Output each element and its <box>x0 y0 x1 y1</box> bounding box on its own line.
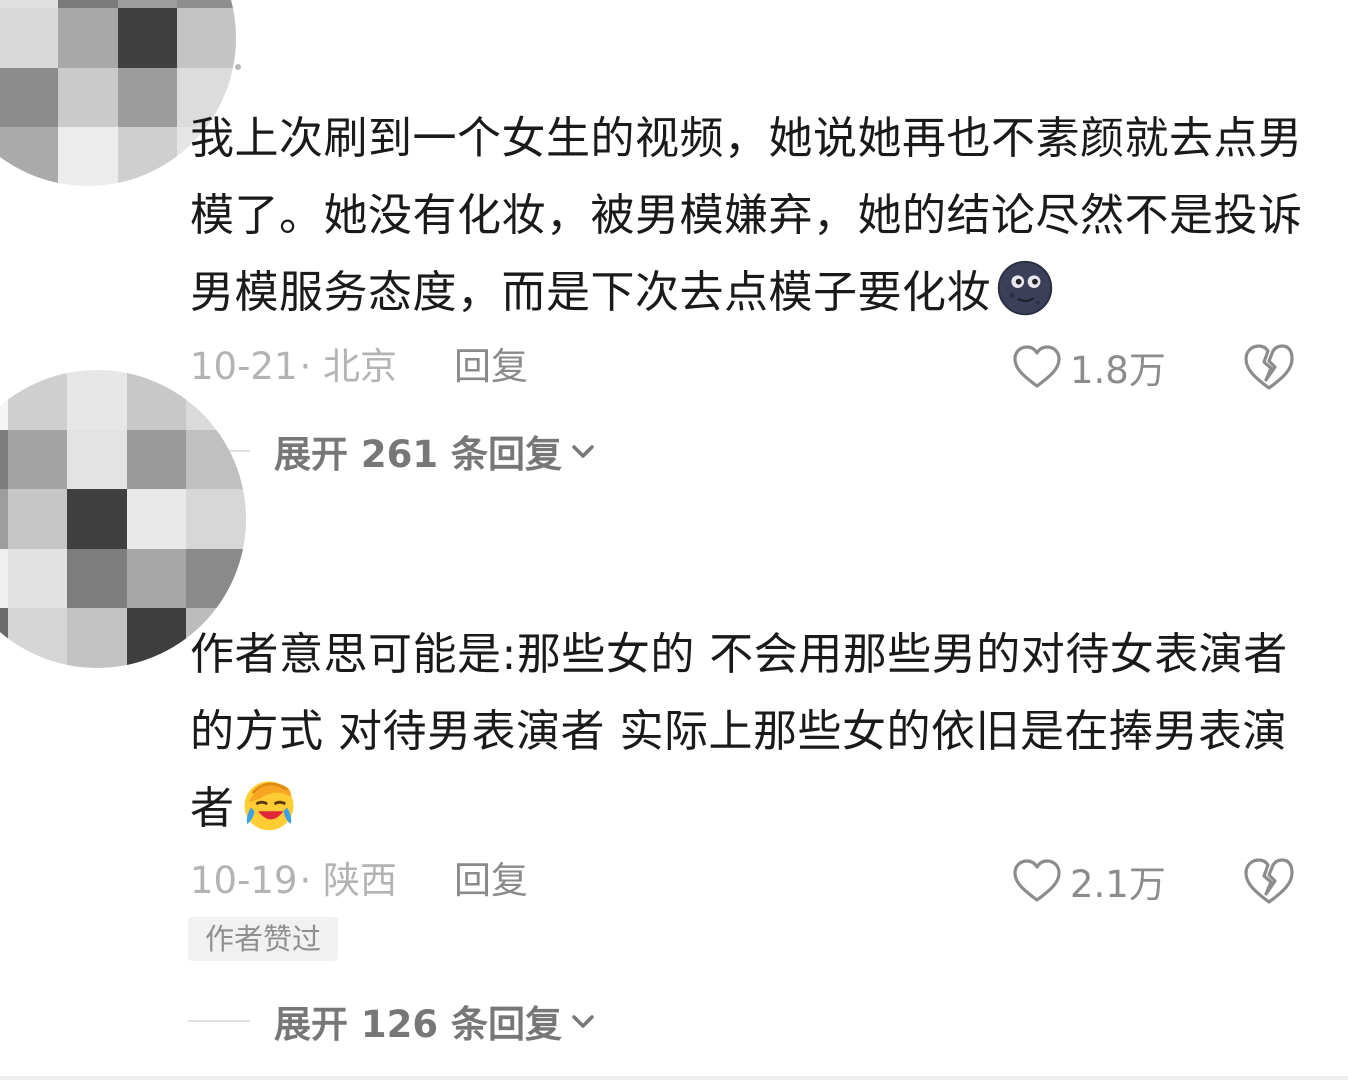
avatar-pixel <box>176 0 236 9</box>
expand-replies-button[interactable]: 展开 126 条回复 <box>188 996 598 1046</box>
avatar-pixel <box>126 370 187 430</box>
expand-replies-label: 展开 126 条回复 <box>274 1003 562 1046</box>
avatar-pixel <box>67 489 127 549</box>
avatar-pixel <box>67 548 127 609</box>
reply-button[interactable]: 回复 <box>454 856 528 906</box>
avatar-pixel <box>0 126 59 186</box>
avatar-pixel <box>0 608 8 668</box>
like-button[interactable]: 1.8万 <box>1012 342 1166 392</box>
avatar-pixel <box>67 608 127 668</box>
avatar-pixel <box>58 0 118 9</box>
like-button[interactable]: 2.1万 <box>1012 856 1166 906</box>
avatar-pixel <box>186 489 246 549</box>
avatar-pixel <box>0 67 59 127</box>
avatar-pixel <box>0 370 8 430</box>
broken-heart-icon[interactable] <box>1242 342 1296 392</box>
avatar-pixel <box>126 429 187 490</box>
avatar-pixel <box>7 489 68 549</box>
avatar-pixel <box>0 8 59 68</box>
avatar-pixel <box>176 8 236 68</box>
avatar-pixel <box>0 548 8 609</box>
avatar-pixel <box>7 548 68 609</box>
comment-body: 作者意思可能是:那些女的 不会用那些男的对待女表演者的方式 对待男表演者 实际上… <box>190 629 1288 834</box>
avatar-pixel <box>186 548 246 609</box>
expand-replies-button[interactable]: 展开 261 条回复 <box>188 426 598 476</box>
new-moon-face-icon <box>997 260 1053 316</box>
avatar-pixel <box>126 548 187 609</box>
avatar-pixel <box>0 0 59 9</box>
heart-icon <box>1013 345 1061 388</box>
comment-list: 我上次刷到一个女生的视频，她说她再也不素颜就去点男模了。她没有化妆，被男模嫌弃，… <box>0 0 1348 1080</box>
heart-icon <box>1013 859 1061 902</box>
avatar-pixel <box>126 489 187 549</box>
avatar-pixel <box>126 608 187 668</box>
avatar-pixel <box>67 370 127 430</box>
like-count: 2.1万 <box>1070 863 1166 906</box>
comment-text: 作者意思可能是:那些女的 不会用那些男的对待女表演者的方式 对待男表演者 实际上… <box>190 616 1310 847</box>
avatar-pixel <box>117 67 177 127</box>
avatar-pixel <box>7 370 68 430</box>
avatar-pixel <box>117 0 177 9</box>
avatar-pixel <box>117 126 177 186</box>
avatar-pixel <box>0 429 8 490</box>
avatar-pixel <box>7 608 68 668</box>
avatar-pixel <box>58 126 118 186</box>
expand-line <box>188 1020 250 1022</box>
comment-date: 10-19 <box>190 859 298 902</box>
avatar-pixel <box>0 489 8 549</box>
expand-replies-label: 展开 261 条回复 <box>274 433 562 476</box>
reply-button[interactable]: 回复 <box>454 342 528 392</box>
comment-location: · 陕西 <box>299 859 398 902</box>
broken-heart-icon[interactable] <box>1242 856 1296 906</box>
author-liked-badge: 作者赞过 <box>188 917 338 961</box>
avatar-pixel <box>67 429 127 490</box>
divider-dot <box>235 64 241 70</box>
avatar-pixel <box>58 67 118 127</box>
bottom-divider <box>0 1076 1348 1080</box>
chevron-down-icon <box>572 445 594 458</box>
avatar-pixel <box>58 8 118 68</box>
comment-location: · 北京 <box>299 345 398 388</box>
comment-body: 我上次刷到一个女生的视频，她说她再也不素颜就去点男模了。她没有化妆，被男模嫌弃，… <box>190 113 1303 318</box>
comment-meta: 10-21· 北京 回复 <box>190 342 528 392</box>
comment-text: 我上次刷到一个女生的视频，她说她再也不素颜就去点男模了。她没有化妆，被男模嫌弃，… <box>190 100 1310 331</box>
avatar-pixel <box>7 429 68 490</box>
chevron-down-icon <box>572 1015 594 1028</box>
comment-date: 10-21 <box>190 345 298 388</box>
comment-meta: 10-19· 陕西 回复 <box>190 856 528 906</box>
face-palm-crying-icon <box>244 781 293 831</box>
avatar-pixel <box>117 8 177 68</box>
like-count: 1.8万 <box>1070 349 1166 392</box>
